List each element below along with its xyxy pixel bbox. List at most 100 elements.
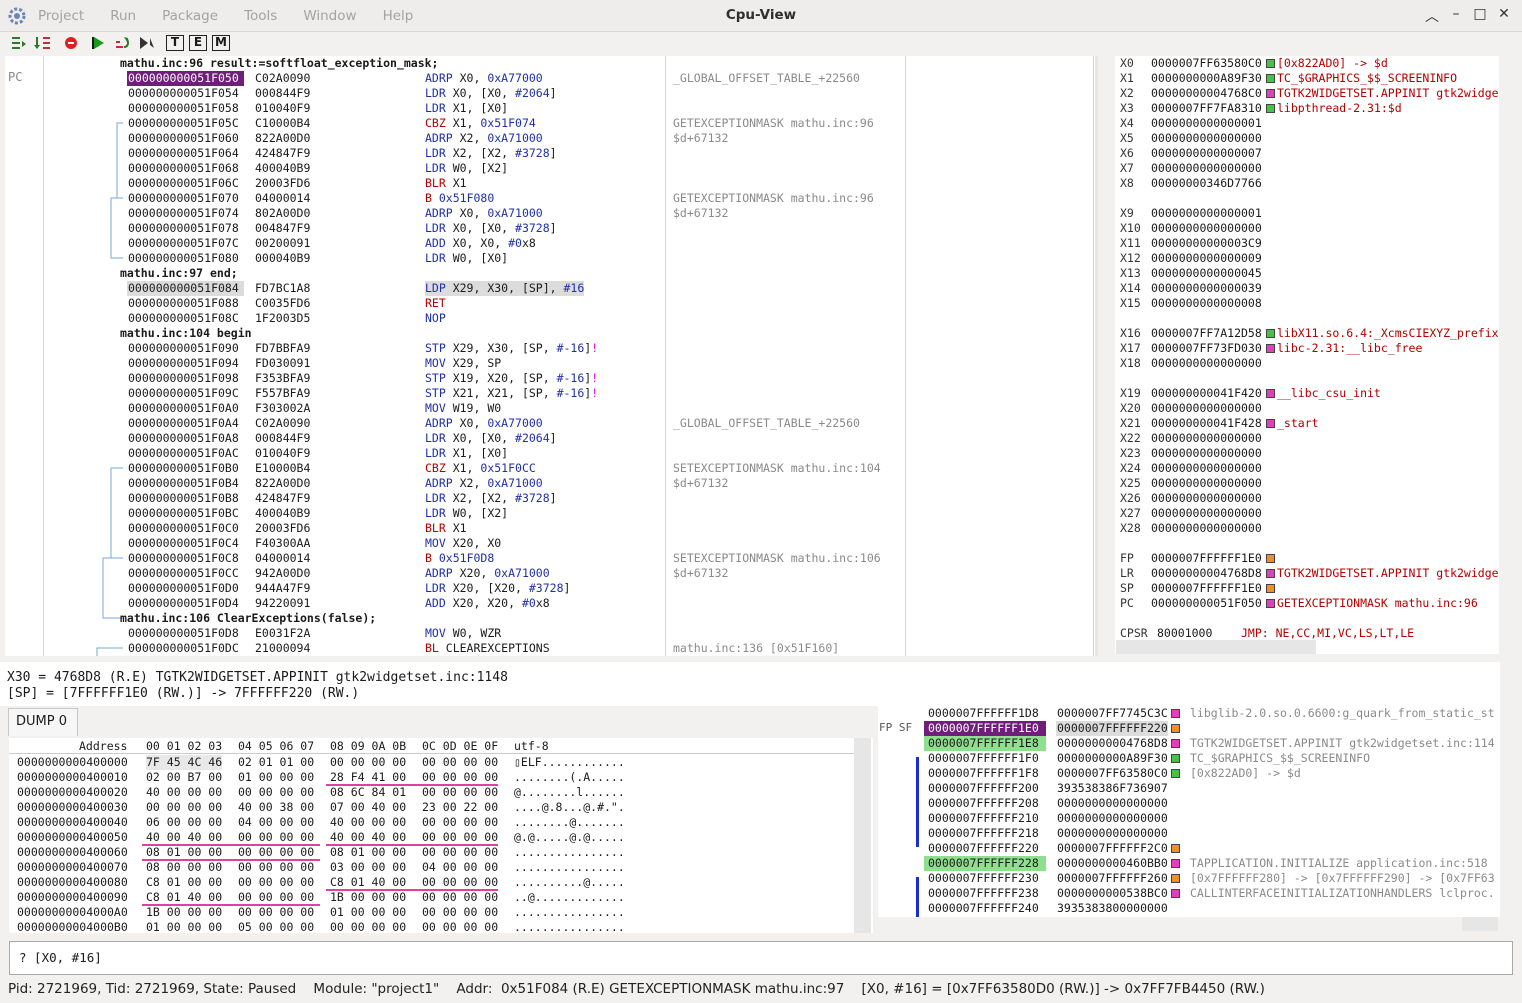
- register-row[interactable]: X3 0000007FF7FA8310 libpthread-2.31:$d: [1115, 101, 1499, 116]
- close-button[interactable]: ✕: [1492, 6, 1516, 26]
- toolbar-m-button[interactable]: M: [212, 35, 230, 51]
- register-row[interactable]: X25 0000000000000000: [1115, 476, 1499, 491]
- stack-row[interactable]: 0000007FFFFFF1F8 0000007FF63580C0 [0x822AD…: [878, 766, 1500, 781]
- toolbar-e-button[interactable]: E: [189, 35, 207, 51]
- registers-pane[interactable]: X0 0000007FF63580C0 [0x822AD0] -> $d X1 0000…: [1115, 56, 1499, 654]
- register-row[interactable]: X23 0000000000000000: [1115, 446, 1499, 461]
- register-row[interactable]: X20 0000000000000000: [1115, 401, 1499, 416]
- asm-row[interactable]: 000000000051F074 802A00D0 ADRP X0, 0xA7100…: [5, 206, 1093, 221]
- asm-row[interactable]: 000000000051F0BC 400040B9 LDR W0, [X2]: [5, 506, 1093, 521]
- asm-row[interactable]: 000000000051F088 C0035FD6 RET: [5, 296, 1093, 311]
- register-row[interactable]: X4 0000000000000001: [1115, 116, 1499, 131]
- asm-row[interactable]: 000000000051F0D0 944A47F9 LDR X20, [X20, #…: [5, 581, 1093, 596]
- register-row[interactable]: X22 0000000000000000: [1115, 431, 1499, 446]
- register-row[interactable]: X11 00000000000003C9: [1115, 236, 1499, 251]
- asm-row[interactable]: 000000000051F07C 00200091 ADD X0, X0, #0x8: [5, 236, 1093, 251]
- asm-row[interactable]: 000000000051F070 04000014 B 0x51F080 GETEXC…: [5, 191, 1093, 206]
- disassembly-scrollbar[interactable]: [1095, 56, 1098, 656]
- asm-row[interactable]: 000000000051F060 822A00D0 ADRP X2, 0xA7100…: [5, 131, 1093, 146]
- stack-row[interactable]: 0000007FFFFFF220 0000007FFFFFF2C0: [878, 841, 1500, 856]
- stack-row[interactable]: 0000007FFFFFF210 0000000000000000: [878, 811, 1500, 826]
- register-row[interactable]: X14 0000000000000039: [1115, 281, 1499, 296]
- stack-row[interactable]: 0000007FFFFFF218 0000000000000000: [878, 826, 1500, 841]
- stack-row[interactable]: 0000007FFFFFF240 3935383800000000: [878, 901, 1500, 916]
- stack-hscrollbar[interactable]: [1462, 917, 1498, 931]
- register-row[interactable]: X28 0000000000000000: [1115, 521, 1499, 536]
- stack-row[interactable]: 0000007FFFFFF1F0 0000000000A89F30 TC_$GRAP…: [878, 751, 1500, 766]
- asm-row[interactable]: 000000000051F098 F353BFA9 STP X19, X20, [S…: [5, 371, 1093, 386]
- asm-row[interactable]: 000000000051F058 010040F9 LDR X1, [X0]: [5, 101, 1093, 116]
- asm-row[interactable]: 000000000051F064 424847F9 LDR X2, [X2, #37…: [5, 146, 1093, 161]
- register-row[interactable]: X2 00000000004768C0 TGTK2WIDGETSET.APPINIT…: [1115, 86, 1499, 101]
- register-row[interactable]: X16 0000007FF7A12D58 libX11.so.6.4:_XcmsCI…: [1115, 326, 1499, 341]
- dump-row[interactable]: 0000000000400060 08 01 00 00 00 00 00 00 08…: [9, 845, 849, 860]
- asm-row[interactable]: 000000000051F080 000040B9 LDR W0, [X0]: [5, 251, 1093, 266]
- asm-row[interactable]: 000000000051F09C F557BFA9 STP X21, X21, [S…: [5, 386, 1093, 401]
- disassembly-pane[interactable]: PC mathu.inc:96 result:=softfloat_except…: [5, 56, 1098, 656]
- asm-row[interactable]: 000000000051F0DC 21000094 BL CLEAREXCEPTIO…: [5, 641, 1093, 656]
- asm-row[interactable]: 000000000051F0D4 94220091 ADD X20, X20, #0…: [5, 596, 1093, 611]
- run-icon[interactable]: [88, 34, 110, 52]
- register-row[interactable]: X21 000000000041F428 _start: [1115, 416, 1499, 431]
- register-row[interactable]: X10 0000000000000000: [1115, 221, 1499, 236]
- register-row[interactable]: X26 0000000000000000: [1115, 491, 1499, 506]
- asm-row[interactable]: 000000000051F050 C02A0090 ADRP X0, 0xA7700…: [5, 71, 1093, 86]
- register-row[interactable]: X27 0000000000000000: [1115, 506, 1499, 521]
- dump-scrollbar[interactable]: [854, 738, 871, 933]
- asm-row[interactable]: 000000000051F0CC 942A00D0 ADRP X20, 0xA710…: [5, 566, 1093, 581]
- asm-row[interactable]: 000000000051F068 400040B9 LDR W0, [X2]: [5, 161, 1093, 176]
- step-into-icon[interactable]: [8, 34, 30, 52]
- asm-row[interactable]: 000000000051F0A8 000844F9 LDR X0, [X0, #20…: [5, 431, 1093, 446]
- register-row[interactable]: X15 0000000000000008: [1115, 296, 1499, 311]
- asm-row[interactable]: 000000000051F0AC 010040F9 LDR X1, [X0]: [5, 446, 1093, 461]
- register-row[interactable]: X19 000000000041F420 __libc_csu_init: [1115, 386, 1499, 401]
- asm-row[interactable]: 000000000051F084 FD7BC1A8 LDP X29, X30, [S…: [5, 281, 1093, 296]
- maximize-button[interactable]: □: [1468, 6, 1492, 26]
- dump-row[interactable]: 0000000000400070 08 00 00 00 00 00 00 00 03…: [9, 860, 849, 875]
- asm-row[interactable]: 000000000051F0B0 E10000B4 CBZ X1, 0x51F0CC…: [5, 461, 1093, 476]
- dump-row[interactable]: 0000000000400020 40 00 00 00 00 00 00 00 08…: [9, 785, 849, 800]
- register-row[interactable]: PC 000000000051F050 GETEXCEPTIONMASK mathu…: [1115, 596, 1499, 611]
- register-row[interactable]: X6 0000000000000007: [1115, 146, 1499, 161]
- stop-icon[interactable]: [60, 34, 82, 52]
- register-row[interactable]: X1 0000000000A89F30 TC_$GRAPHICS_$$_SCREEN…: [1115, 71, 1499, 86]
- dump-row[interactable]: 0000000000400010 02 00 B7 00 01 00 00 00 28…: [9, 770, 849, 785]
- step-over-icon[interactable]: [32, 34, 54, 52]
- register-row[interactable]: X8 00000000346D7766: [1115, 176, 1499, 191]
- stack-row[interactable]: 0000007FFFFFF1E8 00000000004768D8 TGTK2WID…: [878, 736, 1500, 751]
- asm-row[interactable]: 000000000051F0A4 C02A0090 ADRP X0, 0xA7700…: [5, 416, 1093, 431]
- stack-pane[interactable]: FP SF 0000007FFFFFF1D8 0000007FF7745C3C li…: [878, 705, 1500, 917]
- register-row[interactable]: FP 0000007FFFFFF1E0: [1115, 551, 1499, 566]
- asm-row[interactable]: 000000000051F0A0 F303002A MOV W19, W0: [5, 401, 1093, 416]
- stack-row[interactable]: 0000007FFFFFF200 393538386F736907: [878, 781, 1500, 796]
- command-input[interactable]: ? [X0, #16]: [9, 941, 1513, 975]
- register-row[interactable]: X9 0000000000000001: [1115, 206, 1499, 221]
- register-row[interactable]: X18 0000000000000000: [1115, 356, 1499, 371]
- stack-row[interactable]: 0000007FFFFFF228 0000000000460BB0 TAPPLICA…: [878, 856, 1500, 871]
- register-row[interactable]: X24 0000000000000000: [1115, 461, 1499, 476]
- dump-row[interactable]: 0000000000400000 7F 45 4C 46 02 01 01 00 00…: [9, 755, 849, 770]
- asm-row[interactable]: 000000000051F0B4 822A00D0 ADRP X2, 0xA7100…: [5, 476, 1093, 491]
- memory-dump-pane[interactable]: Address 00 01 02 03 04 05 06 07 08 09 0A…: [9, 738, 873, 933]
- dump-row[interactable]: 0000000000400080 C8 01 00 00 00 00 00 00 C8…: [9, 875, 849, 890]
- asm-row[interactable]: 000000000051F0C0 20003FD6 BLR X1: [5, 521, 1093, 536]
- asm-row[interactable]: 000000000051F090 FD7BBFA9 STP X29, X30, [S…: [5, 341, 1093, 356]
- asm-row[interactable]: 000000000051F078 004847F9 LDR X0, [X0, #37…: [5, 221, 1093, 236]
- asm-row[interactable]: 000000000051F0B8 424847F9 LDR X2, [X2, #37…: [5, 491, 1093, 506]
- dump-row[interactable]: 0000000000400040 06 00 00 00 04 00 00 00 40…: [9, 815, 849, 830]
- asm-row[interactable]: 000000000051F08C 1F2003D5 NOP: [5, 311, 1093, 326]
- asm-row[interactable]: 000000000051F06C 20003FD6 BLR X1: [5, 176, 1093, 191]
- asm-row[interactable]: 000000000051F054 000844F9 LDR X0, [X0, #20…: [5, 86, 1093, 101]
- minimize-button[interactable]: –: [1444, 6, 1468, 26]
- dump-row[interactable]: 00000000004000A0 1B 00 00 00 00 00 00 00 01…: [9, 905, 849, 920]
- register-row[interactable]: X0 0000007FF63580C0 [0x822AD0] -> $d: [1115, 56, 1499, 71]
- asm-row[interactable]: 000000000051F0C4 F40300AA MOV X20, X0: [5, 536, 1093, 551]
- asm-row[interactable]: 000000000051F094 FD030091 MOV X29, SP: [5, 356, 1093, 371]
- register-row[interactable]: X17 0000007FF73FD030 libc-2.31:__libc_free: [1115, 341, 1499, 356]
- run-to-cursor-icon[interactable]: [136, 34, 158, 52]
- stack-row[interactable]: 0000007FFFFFF230 0000007FFFFFF260 [0x7FFFF…: [878, 871, 1500, 886]
- step-out-icon[interactable]: [112, 34, 134, 52]
- dump-row[interactable]: 0000000000400030 00 00 00 00 40 00 38 00 07…: [9, 800, 849, 815]
- collapse-button[interactable]: ︿: [1420, 6, 1444, 26]
- stack-row[interactable]: 0000007FFFFFF1D8 0000007FF7745C3C libglib-…: [878, 706, 1500, 721]
